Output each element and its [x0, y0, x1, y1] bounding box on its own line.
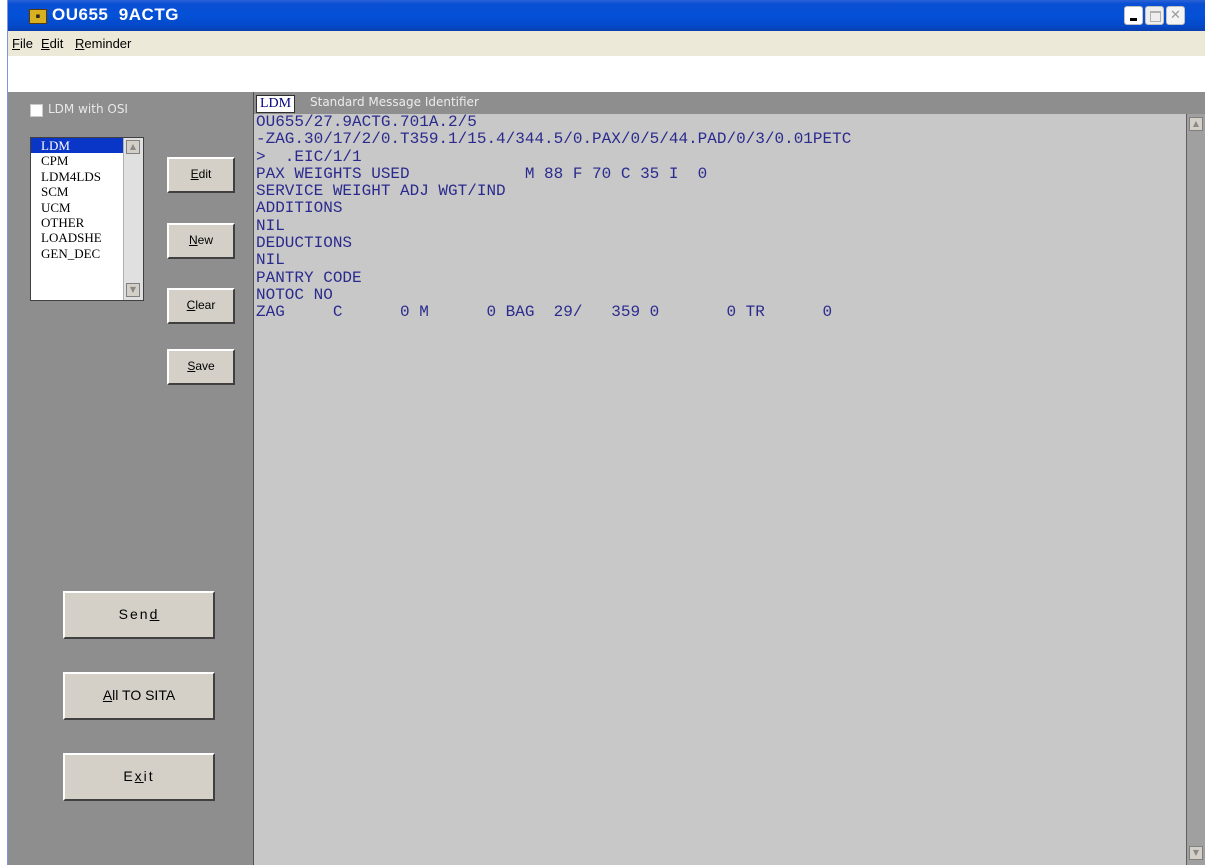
scroll-down-icon[interactable]: ▼ — [1189, 846, 1203, 860]
list-item-gen-dec[interactable]: GEN_DEC — [31, 246, 124, 261]
message-identifier-label: Standard Message Identifier — [310, 95, 479, 109]
list-item-scm[interactable]: SCM — [31, 184, 124, 199]
scroll-down-icon[interactable]: ▼ — [126, 283, 140, 297]
ldm-with-osi-label: LDM with OSI — [48, 102, 128, 116]
menu-reminder[interactable]: Reminder — [75, 36, 131, 51]
menu-reminder-label: eminder — [84, 36, 132, 51]
identifier-bar: LDM Standard Message Identifier — [254, 92, 1205, 114]
list-item-ldm4lds[interactable]: LDM4LDS — [31, 169, 124, 184]
menu-edit[interactable]: Edit — [41, 36, 63, 51]
list-item-ldm[interactable]: LDM — [31, 138, 124, 154]
send-button-accel: d — [149, 606, 160, 622]
message-line: NIL — [256, 216, 285, 235]
left-panel: LDM with OSI LDM CPM LDM4LDS SCM UCM OTH… — [8, 92, 253, 865]
edit-button-label: dit — [198, 167, 212, 181]
menu-edit-accel: E — [41, 36, 50, 51]
toolbar-strip — [8, 56, 1205, 92]
message-line: PANTRY CODE — [256, 268, 362, 287]
menu-file-label: ile — [19, 36, 33, 51]
message-text-area[interactable]: OU655/27.9ACTG.701A.2/5 -ZAG.30/17/2/0.T… — [256, 113, 1156, 322]
list-item-ucm[interactable]: UCM — [31, 200, 124, 215]
close-icon[interactable]: ✕ — [1166, 6, 1185, 25]
list-scrollbar[interactable]: ▲ ▼ — [123, 138, 143, 300]
exit-button-accel: x — [134, 768, 144, 784]
send-button-label: Sen — [118, 606, 150, 622]
message-line: -ZAG.30/17/2/0.T359.1/15.4/344.5/0.PAX/0… — [256, 130, 852, 149]
message-line: DEDUCTIONS — [256, 234, 353, 253]
message-panel: LDM Standard Message Identifier OU655/27… — [253, 92, 1205, 865]
send-button[interactable]: Send — [63, 591, 215, 639]
ldm-with-osi-checkbox[interactable] — [30, 104, 43, 117]
clear-button[interactable]: Clear — [167, 288, 235, 324]
save-button[interactable]: Save — [167, 349, 235, 385]
message-line: ADDITIONS — [256, 199, 343, 218]
message-scrollbar[interactable]: ▲ ▼ — [1186, 114, 1205, 865]
app-window: ▪ OU655 9ACTG ✕ File Edit Reminder LDM w… — [7, 0, 1205, 865]
all-to-sita-label: ll TO SITA — [112, 687, 176, 703]
title-bar[interactable]: ▪ OU655 9ACTG ✕ — [8, 0, 1205, 31]
exit-button-label-pre: E — [123, 768, 135, 784]
all-to-sita-button[interactable]: All TO SITA — [63, 672, 215, 720]
exit-button[interactable]: Exit — [63, 753, 215, 801]
menu-edit-label: dit — [49, 36, 64, 51]
exit-button-label-post: it — [143, 768, 155, 784]
message-line: SERVICE WEIGHT ADJ WGT/IND — [256, 182, 506, 201]
scroll-up-icon[interactable]: ▲ — [1189, 117, 1203, 131]
save-button-label: ave — [195, 359, 215, 373]
menu-file[interactable]: File — [12, 36, 33, 51]
message-line: > .EIC/1/1 — [256, 147, 362, 166]
menu-bar: File Edit Reminder — [8, 31, 1205, 57]
message-type-list[interactable]: LDM CPM LDM4LDS SCM UCM OTHER LOADSHE GE… — [30, 137, 144, 301]
message-line: NOTOC NO — [256, 285, 333, 304]
message-line: PAX WEIGHTS USED M 88 F 70 C 35 I 0 — [256, 164, 708, 183]
minimize-icon[interactable] — [1124, 6, 1143, 25]
new-button-accel: N — [188, 233, 198, 247]
maximize-icon[interactable] — [1145, 6, 1164, 25]
list-item-loadshe[interactable]: LOADSHE — [31, 230, 124, 245]
new-button-label: ew — [197, 233, 213, 247]
app-logo-icon: ▪ — [29, 9, 47, 24]
message-line: OU655/27.9ACTG.701A.2/5 — [256, 113, 477, 131]
edit-button-accel: E — [190, 167, 199, 181]
all-to-sita-accel: A — [102, 687, 113, 703]
window-title: OU655 9ACTG — [52, 5, 179, 24]
edit-button[interactable]: Edit — [167, 157, 235, 193]
message-identifier: LDM — [256, 95, 296, 113]
message-type-items: LDM CPM LDM4LDS SCM UCM OTHER LOADSHE GE… — [31, 138, 124, 261]
menu-file-accel: F — [12, 36, 20, 51]
message-line: NIL — [256, 251, 285, 270]
list-item-cpm[interactable]: CPM — [31, 153, 124, 168]
new-button[interactable]: New — [167, 223, 235, 259]
clear-button-label: lear — [195, 298, 216, 312]
scroll-up-icon[interactable]: ▲ — [126, 140, 140, 154]
menu-reminder-accel: R — [75, 36, 85, 51]
list-item-other[interactable]: OTHER — [31, 215, 124, 230]
message-line: ZAG C 0 M 0 BAG 29/ 359 0 0 TR 0 — [256, 303, 833, 322]
